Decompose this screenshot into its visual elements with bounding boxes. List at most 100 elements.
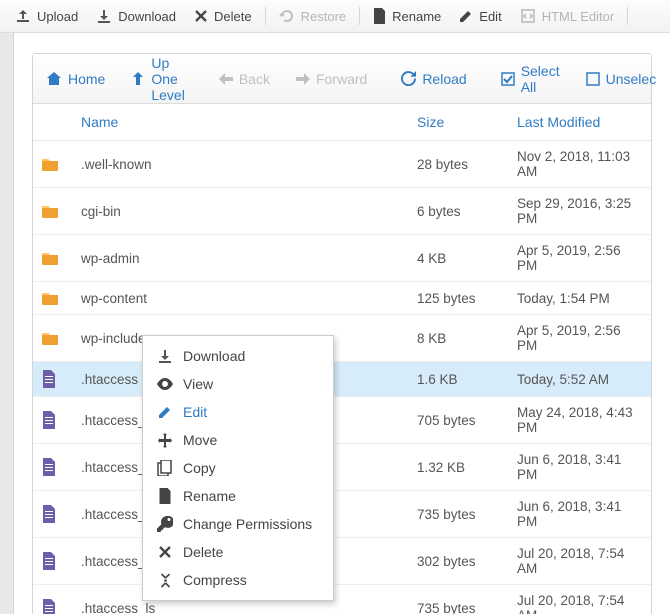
file-icon — [33, 491, 73, 538]
file-modified: Apr 5, 2019, 2:56 PM — [509, 315, 651, 362]
file-icon — [33, 444, 73, 491]
file-modified: Apr 5, 2019, 2:56 PM — [509, 235, 651, 282]
file-size: 735 bytes — [409, 491, 509, 538]
cm-download-icon — [157, 348, 173, 364]
table-row[interactable]: .htaccess_ls 1.32 KB Jun 6, 2018, 3:41 P… — [33, 444, 651, 491]
unselect-all-button[interactable]: Unselec — [573, 71, 670, 87]
cm-delete[interactable]: Delete — [143, 538, 333, 566]
folder-icon — [33, 282, 73, 315]
cm-edit[interactable]: Edit — [143, 398, 333, 426]
table-row[interactable]: .htaccess_ls 302 bytes Jul 20, 2018, 7:5… — [33, 538, 651, 585]
file-modified: Jun 6, 2018, 3:41 PM — [509, 491, 651, 538]
cm-copy[interactable]: Copy — [143, 454, 333, 482]
file-name: wp-admin — [73, 235, 409, 282]
back-button: Back — [206, 71, 283, 87]
folder-icon — [33, 188, 73, 235]
download-button[interactable]: Download — [87, 0, 185, 32]
delete-button-icon — [194, 9, 214, 23]
file-modified: Jun 6, 2018, 3:41 PM — [509, 444, 651, 491]
file-size: 125 bytes — [409, 282, 509, 315]
table-row[interactable]: .htaccess_ls 735 bytes Jul 20, 2018, 7:5… — [33, 585, 651, 614]
file-modified: Today, 5:52 AM — [509, 362, 651, 397]
select-all-button-icon — [501, 72, 521, 86]
table-row[interactable]: wp-admin 4 KB Apr 5, 2019, 2:56 PM — [33, 235, 651, 282]
cm-copy-icon — [157, 460, 173, 476]
upload-button-icon — [15, 8, 37, 24]
file-modified: Jul 20, 2018, 7:54 AM — [509, 585, 651, 614]
cm-move[interactable]: Move — [143, 426, 333, 454]
restore-button: Restore — [270, 0, 356, 32]
file-size: 735 bytes — [409, 585, 509, 614]
cm-change-permissions[interactable]: Change Permissions — [143, 510, 333, 538]
up-one-level-button-icon — [131, 71, 151, 86]
file-size: 8 KB — [409, 315, 509, 362]
cm-rename[interactable]: Rename — [143, 482, 333, 510]
context-menu: DownloadViewEditMoveCopyRenameChange Per… — [142, 335, 334, 601]
cm-move-icon — [157, 433, 173, 448]
cm-change-permissions-icon — [157, 516, 173, 532]
html-editor-button: HTML Editor — [511, 0, 623, 32]
unselect-all-button-icon — [586, 72, 606, 86]
table-row[interactable]: wp-includes 8 KB Apr 5, 2019, 2:56 PM — [33, 315, 651, 362]
top-toolbar: UploadDownloadDelete RestoreRenameEditHTM… — [0, 0, 670, 33]
table-row[interactable]: .htaccess_ls 735 bytes Jun 6, 2018, 3:41… — [33, 491, 651, 538]
file-modified: Nov 2, 2018, 11:03 AM — [509, 141, 651, 188]
table-row[interactable]: cgi-bin 6 bytes Sep 29, 2016, 3:25 PM — [33, 188, 651, 235]
cm-delete-icon — [157, 545, 173, 559]
cm-compress-icon — [157, 573, 173, 588]
col-modified[interactable]: Last Modified — [509, 104, 651, 141]
forward-button-icon — [296, 73, 316, 85]
col-size[interactable]: Size — [409, 104, 509, 141]
select-all-button[interactable]: Select All — [488, 63, 573, 95]
cm-download[interactable]: Download — [143, 342, 333, 370]
upload-button[interactable]: Upload — [6, 0, 87, 32]
download-button-icon — [96, 8, 118, 24]
edit-button-icon — [459, 9, 479, 23]
delete-button[interactable]: Delete — [185, 0, 261, 32]
table-row[interactable]: .well-known 28 bytes Nov 2, 2018, 11:03 … — [33, 141, 651, 188]
cm-view[interactable]: View — [143, 370, 333, 398]
rename-button-icon — [373, 8, 392, 24]
left-gutter — [0, 33, 14, 614]
html-editor-button-icon — [520, 8, 542, 24]
file-size: 28 bytes — [409, 141, 509, 188]
file-panel: HomeUp One Level BackForward Reload Select … — [32, 53, 652, 614]
reload-button-icon — [401, 71, 422, 86]
cm-compress[interactable]: Compress — [143, 566, 333, 594]
file-modified: Today, 1:54 PM — [509, 282, 651, 315]
file-table: Name Size Last Modified .well-known 28 b… — [33, 104, 651, 614]
edit-button[interactable]: Edit — [450, 0, 510, 32]
file-icon — [33, 362, 73, 397]
home-button-icon — [46, 71, 68, 86]
cm-edit-icon — [157, 405, 173, 419]
file-name: cgi-bin — [73, 188, 409, 235]
file-size: 1.32 KB — [409, 444, 509, 491]
up-one-level-button[interactable]: Up One Level — [118, 55, 197, 103]
home-button[interactable]: Home — [33, 71, 118, 87]
table-row[interactable]: .htaccess_ls 705 bytes May 24, 2018, 4:4… — [33, 397, 651, 444]
cm-rename-icon — [157, 488, 173, 504]
restore-button-icon — [279, 8, 301, 24]
file-size: 302 bytes — [409, 538, 509, 585]
file-name: wp-content — [73, 282, 409, 315]
table-row[interactable]: .htaccess 1.6 KB Today, 5:52 AM — [33, 362, 651, 397]
file-icon — [33, 538, 73, 585]
col-name[interactable]: Name — [73, 104, 409, 141]
cm-view-icon — [157, 378, 173, 390]
file-modified: May 24, 2018, 4:43 PM — [509, 397, 651, 444]
file-size: 705 bytes — [409, 397, 509, 444]
file-icon — [33, 397, 73, 444]
file-modified: Sep 29, 2016, 3:25 PM — [509, 188, 651, 235]
file-size: 4 KB — [409, 235, 509, 282]
file-modified: Jul 20, 2018, 7:54 AM — [509, 538, 651, 585]
folder-icon — [33, 141, 73, 188]
rename-button[interactable]: Rename — [364, 0, 450, 32]
file-size: 1.6 KB — [409, 362, 509, 397]
panel-toolbar: HomeUp One Level BackForward Reload Select … — [33, 54, 651, 104]
file-name: .well-known — [73, 141, 409, 188]
table-row[interactable]: wp-content 125 bytes Today, 1:54 PM — [33, 282, 651, 315]
reload-button[interactable]: Reload — [388, 71, 479, 87]
back-button-icon — [219, 73, 239, 85]
file-size: 6 bytes — [409, 188, 509, 235]
forward-button: Forward — [283, 71, 380, 87]
